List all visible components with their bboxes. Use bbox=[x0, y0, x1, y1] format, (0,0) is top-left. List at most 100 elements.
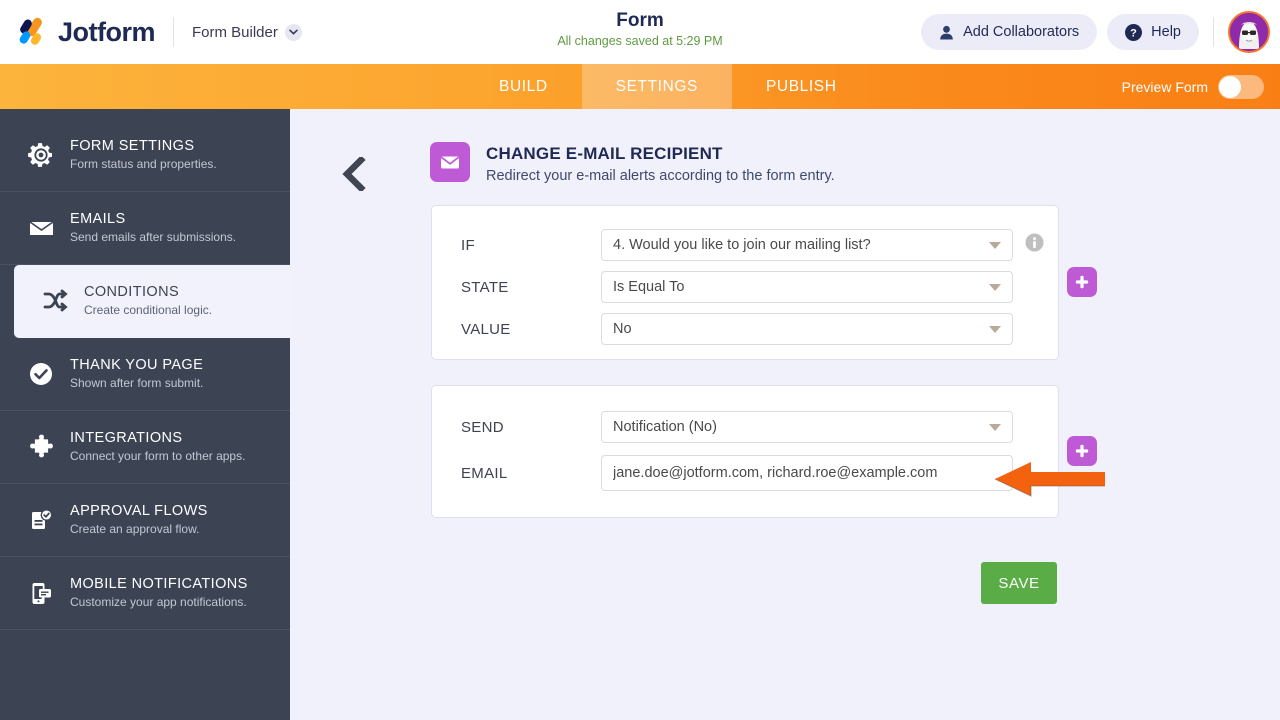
form-builder-menu[interactable]: Form Builder bbox=[192, 23, 302, 41]
gear-icon bbox=[26, 140, 56, 170]
svg-text:?: ? bbox=[1130, 27, 1137, 39]
nav-tabs: BUILD SETTINGS PUBLISH bbox=[465, 64, 871, 109]
sidebar-text-approval-flows: APPROVAL FLOWS Create an approval flow. bbox=[70, 502, 208, 538]
back-chevron-icon[interactable] bbox=[340, 155, 366, 196]
send-select[interactable]: Notification (No) bbox=[601, 411, 1013, 443]
preview-form-control: Preview Form bbox=[1122, 64, 1264, 109]
value-select[interactable]: No bbox=[601, 313, 1013, 345]
check-circle-icon bbox=[26, 359, 56, 389]
tab-build[interactable]: BUILD bbox=[465, 64, 582, 109]
add-collaborators-button[interactable]: Add Collaborators bbox=[921, 14, 1098, 50]
action-card: SEND Notification (No) EMAIL bbox=[431, 385, 1059, 518]
sidebar-item-desc: Shown after form submit. bbox=[70, 376, 204, 390]
sidebar-item-desc: Connect your form to other apps. bbox=[70, 449, 246, 463]
approval-document-icon bbox=[26, 505, 56, 535]
sidebar-item-approval-flows[interactable]: APPROVAL FLOWS Create an approval flow. bbox=[0, 484, 290, 557]
condition-row-if: IF 4. Would you like to join our mailing… bbox=[461, 224, 1058, 266]
help-button[interactable]: ? Help bbox=[1107, 14, 1199, 50]
sidebar-item-form-settings[interactable]: FORM SETTINGS Form status and properties… bbox=[0, 119, 290, 192]
chevron-down-icon bbox=[284, 23, 302, 41]
sidebar-item-title: APPROVAL FLOWS bbox=[70, 503, 208, 519]
condition-row-value: VALUE No bbox=[461, 308, 1058, 350]
sidebar-text-form-settings: FORM SETTINGS Form status and properties… bbox=[70, 137, 217, 173]
add-collaborators-label: Add Collaborators bbox=[963, 24, 1080, 40]
info-icon[interactable] bbox=[1025, 233, 1044, 257]
add-condition-button[interactable] bbox=[1067, 267, 1097, 297]
tab-publish[interactable]: PUBLISH bbox=[732, 64, 871, 109]
settings-sidebar: FORM SETTINGS Form status and properties… bbox=[0, 109, 290, 720]
sidebar-item-title: FORM SETTINGS bbox=[70, 138, 195, 154]
header-actions: Add Collaborators ? Help bbox=[921, 0, 1280, 64]
action-row-send: SEND Notification (No) bbox=[461, 406, 1058, 448]
preview-form-toggle[interactable] bbox=[1218, 74, 1264, 99]
state-value: Is Equal To bbox=[613, 279, 685, 295]
sidebar-item-emails[interactable]: EMAILS Send emails after submissions. bbox=[0, 192, 290, 265]
sidebar-text-integrations: INTEGRATIONS Connect your form to other … bbox=[70, 429, 245, 465]
mobile-notification-icon bbox=[26, 578, 56, 608]
plus-icon bbox=[1075, 275, 1089, 289]
avatar[interactable] bbox=[1228, 11, 1270, 53]
main-navbar: BUILD SETTINGS PUBLISH Preview Form bbox=[0, 64, 1280, 109]
question-mark-icon: ? bbox=[1125, 23, 1143, 41]
state-select[interactable]: Is Equal To bbox=[601, 271, 1013, 303]
header-divider-left bbox=[173, 17, 174, 47]
sidebar-text-emails: EMAILS Send emails after submissions. bbox=[70, 210, 236, 246]
sidebar-item-title: CONDITIONS bbox=[84, 284, 180, 300]
condition-card: IF 4. Would you like to join our mailing… bbox=[431, 205, 1059, 360]
if-field-value: 4. Would you like to join our mailing li… bbox=[613, 237, 871, 253]
jotform-form-builder-app: Jotform Form Builder Form All changes sa… bbox=[0, 0, 1280, 720]
add-action-button[interactable] bbox=[1067, 436, 1097, 466]
help-label: Help bbox=[1151, 24, 1181, 40]
value-value: No bbox=[613, 321, 632, 337]
field-label-if: IF bbox=[461, 236, 475, 254]
if-field-select[interactable]: 4. Would you like to join our mailing li… bbox=[601, 229, 1013, 261]
panel-subtitle: Redirect your e-mail alerts according to… bbox=[486, 168, 835, 184]
tab-settings[interactable]: SETTINGS bbox=[581, 64, 732, 109]
action-row-email: EMAIL bbox=[461, 448, 1058, 498]
sidebar-item-integrations[interactable]: INTEGRATIONS Connect your form to other … bbox=[0, 411, 290, 484]
send-value: Notification (No) bbox=[613, 419, 717, 435]
panel-title: CHANGE E-MAIL RECIPIENT bbox=[486, 144, 723, 163]
envelope-icon bbox=[26, 213, 56, 243]
plus-icon bbox=[1075, 444, 1089, 458]
email-recipients-input[interactable] bbox=[601, 455, 1013, 491]
jotform-logo-text: Jotform bbox=[58, 16, 156, 47]
field-label-value: VALUE bbox=[461, 320, 511, 338]
sidebar-text-thank-you-page: THANK YOU PAGE Shown after form submit. bbox=[70, 356, 203, 392]
sidebar-item-desc: Form status and properties. bbox=[70, 157, 217, 171]
sidebar-text-conditions: CONDITIONS Create conditional logic. bbox=[84, 283, 212, 319]
chevron-down-icon bbox=[989, 326, 1001, 333]
save-button[interactable]: SAVE bbox=[981, 562, 1057, 604]
envelope-icon bbox=[430, 142, 470, 182]
shuffle-icon bbox=[40, 286, 70, 316]
sidebar-text-mobile-notifications: MOBILE NOTIFICATIONS Customize your app … bbox=[70, 575, 248, 611]
condition-row-state: STATE Is Equal To bbox=[461, 266, 1058, 308]
sidebar-item-desc: Create an approval flow. bbox=[70, 522, 200, 536]
jotform-logo-icon bbox=[18, 17, 50, 47]
main-content: CHANGE E-MAIL RECIPIENT Redirect your e-… bbox=[290, 109, 1280, 720]
person-icon bbox=[939, 25, 954, 40]
field-label-email: EMAIL bbox=[461, 464, 508, 482]
panel-header: CHANGE E-MAIL RECIPIENT Redirect your e-… bbox=[430, 142, 835, 187]
preview-form-label: Preview Form bbox=[1121, 78, 1208, 95]
sidebar-item-title: THANK YOU PAGE bbox=[70, 357, 204, 373]
sidebar-item-thank-you-page[interactable]: THANK YOU PAGE Shown after form submit. bbox=[0, 338, 290, 411]
toggle-knob bbox=[1219, 75, 1241, 98]
header-divider-right bbox=[1213, 17, 1214, 47]
panel-header-text: CHANGE E-MAIL RECIPIENT Redirect your e-… bbox=[486, 142, 835, 187]
sidebar-item-desc: Create conditional logic. bbox=[84, 303, 213, 317]
sidebar-item-desc: Send emails after submissions. bbox=[70, 230, 237, 244]
chevron-down-icon bbox=[989, 424, 1001, 431]
puzzle-piece-icon bbox=[26, 432, 56, 462]
sidebar-item-mobile-notifications[interactable]: MOBILE NOTIFICATIONS Customize your app … bbox=[0, 557, 290, 630]
sidebar-item-desc: Customize your app notifications. bbox=[70, 595, 247, 609]
chevron-down-icon bbox=[989, 242, 1001, 249]
field-label-send: SEND bbox=[461, 418, 504, 436]
chevron-down-icon bbox=[989, 284, 1001, 291]
sidebar-item-title: MOBILE NOTIFICATIONS bbox=[70, 576, 248, 592]
field-label-state: STATE bbox=[461, 278, 509, 296]
top-header: Jotform Form Builder Form All changes sa… bbox=[0, 0, 1280, 64]
form-builder-label: Form Builder bbox=[192, 23, 278, 41]
sidebar-item-conditions[interactable]: CONDITIONS Create conditional logic. bbox=[14, 265, 290, 338]
jotform-logo[interactable]: Jotform bbox=[18, 16, 156, 48]
